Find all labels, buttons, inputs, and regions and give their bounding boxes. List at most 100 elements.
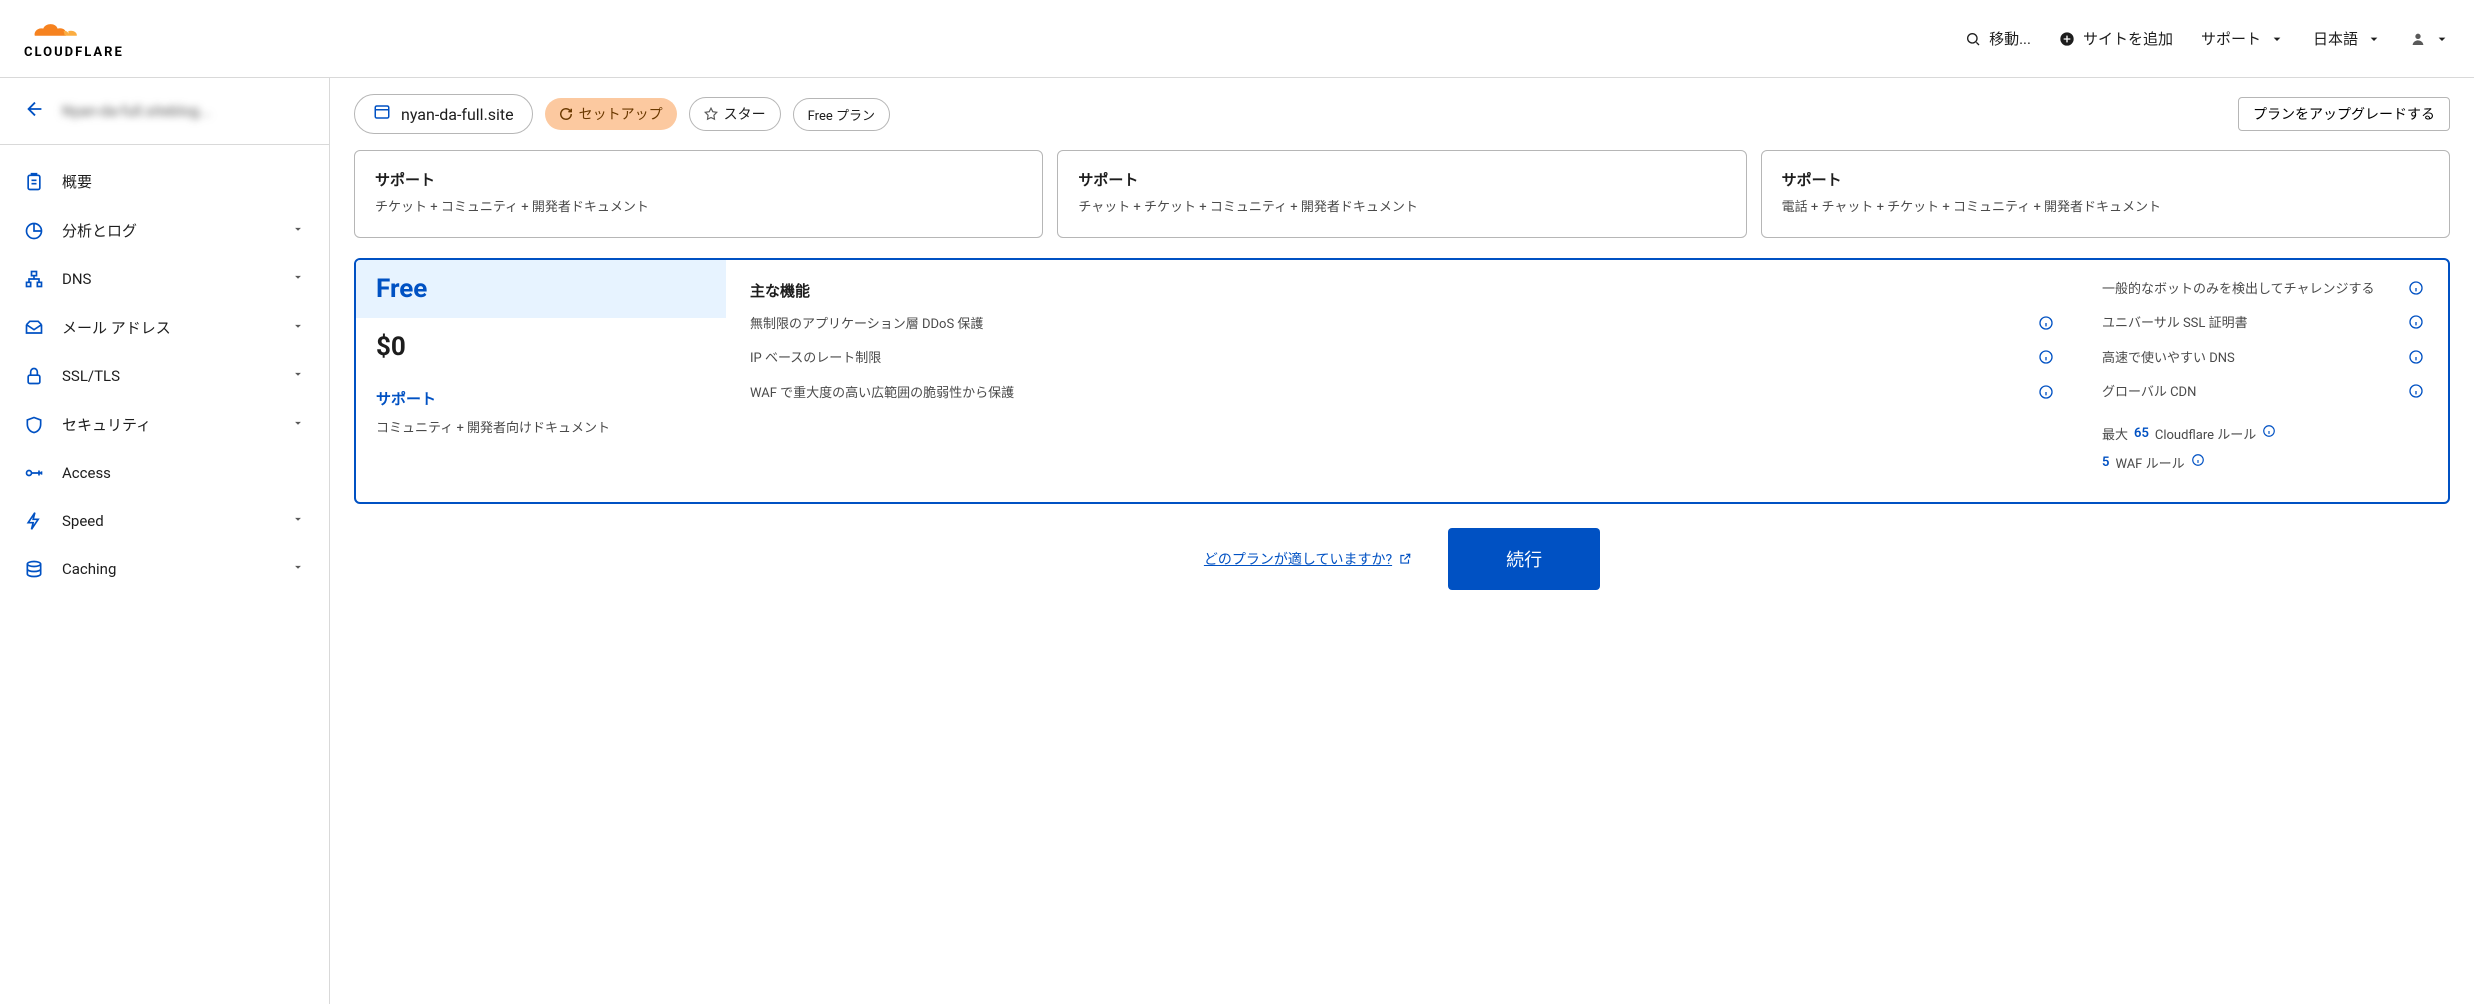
logo[interactable]: CLOUDFLARE [24, 17, 124, 60]
plan-card[interactable]: サポート チャット + チケット + コミュニティ + 開発者ドキュメント [1057, 150, 1746, 238]
free-plan-features-mid: 主な機能 無制限のアプリケーション層 DDoS 保護 IP ベースのレート制限 … [726, 260, 2078, 502]
support-text: 電話 + チャット + チケット + コミュニティ + 開発者ドキュメント [1782, 198, 2429, 219]
sidebar-item-email[interactable]: メール アドレス [0, 303, 329, 352]
page-header: nyan-da-full.site セットアップ スター Free プラン プラ… [330, 78, 2474, 150]
feature-row: 高速で使いやすい DNS [2102, 349, 2424, 372]
info-icon[interactable] [2408, 383, 2424, 406]
content-area: サポート チケット + コミュニティ + 開発者ドキュメント サポート チャット… [330, 150, 2474, 614]
sidebar-item-speed[interactable]: Speed [0, 497, 329, 545]
top-header: CLOUDFLARE 移動... サイトを追加 サポート 日本語 [0, 0, 2474, 78]
feature-row: ユニバーサル SSL 証明書 [2102, 314, 2424, 337]
chevron-down-icon [2434, 31, 2450, 47]
continue-button[interactable]: 続行 [1448, 528, 1600, 590]
plan-card[interactable]: サポート 電話 + チャット + チケット + コミュニティ + 開発者ドキュメ… [1761, 150, 2450, 238]
sidebar-item-label: Access [62, 464, 111, 482]
chevron-down-icon [291, 560, 305, 578]
sidebar-item-dns[interactable]: DNS [0, 255, 329, 303]
sidebar-item-access[interactable]: Access [0, 449, 329, 497]
free-title: Free [376, 274, 706, 304]
feature-row: IP ベースのレート制限 [750, 349, 2054, 372]
free-plan-pill[interactable]: Free プラン [793, 98, 890, 131]
sidebar-item-label: Speed [62, 512, 104, 530]
search-icon [1965, 31, 1981, 47]
chevron-down-icon [291, 319, 305, 337]
site-name: nyan-da-full.site [401, 105, 514, 124]
rules-text: 最大 65 Cloudflare ルール [2102, 424, 2424, 443]
info-icon[interactable] [2038, 315, 2054, 338]
info-icon[interactable] [2038, 384, 2054, 407]
header-right: 移動... サイトを追加 サポート 日本語 [1965, 28, 2450, 49]
sidebar-account-row: Nyan-da-full.siteblog... [0, 78, 329, 145]
features-heading: 主な機能 [750, 280, 2054, 301]
feature-row: WAF で重大度の高い広範囲の脆弱性から保護 [750, 384, 2054, 407]
top-plan-row: サポート チケット + コミュニティ + 開発者ドキュメント サポート チャット… [354, 150, 2450, 238]
rules-text: 5 WAF ルール [2102, 453, 2424, 472]
sidebar-item-label: セキュリティ [62, 414, 151, 435]
support-label: サポート [376, 388, 706, 409]
support-text: コミュニティ + 開発者向けドキュメント [376, 417, 706, 436]
info-icon[interactable] [2038, 349, 2054, 372]
which-plan-link[interactable]: どのプランが適していますか? [1204, 549, 1412, 569]
page-header-left: nyan-da-full.site セットアップ スター Free プラン [354, 94, 890, 134]
setup-pill[interactable]: セットアップ [545, 98, 677, 130]
sidebar-item-overview[interactable]: 概要 [0, 157, 329, 206]
sidebar-item-security[interactable]: セキュリティ [0, 400, 329, 449]
chevron-down-icon [291, 367, 305, 385]
sidebar-item-label: 概要 [62, 171, 92, 192]
feature-row: 無制限のアプリケーション層 DDoS 保護 [750, 315, 2054, 338]
back-arrow-icon[interactable] [24, 98, 46, 124]
add-site-button[interactable]: サイトを追加 [2059, 28, 2173, 49]
database-icon [24, 559, 44, 579]
language-dropdown[interactable]: 日本語 [2313, 28, 2382, 49]
account-dropdown[interactable] [2410, 31, 2450, 47]
free-plan-card[interactable]: Free $0 サポート コミュニティ + 開発者向けドキュメント 主な機能 無… [354, 258, 2450, 504]
go-to-button[interactable]: 移動... [1965, 28, 2031, 49]
plan-card[interactable]: サポート チケット + コミュニティ + 開発者ドキュメント [354, 150, 1043, 238]
chevron-down-icon [2366, 31, 2382, 47]
free-plan-left: Free $0 サポート コミュニティ + 開発者向けドキュメント [356, 260, 726, 502]
info-icon[interactable] [2262, 424, 2276, 442]
star-pill[interactable]: スター [689, 97, 781, 131]
footer-row: どのプランが適していますか? 続行 [354, 528, 2450, 590]
free-price: $0 [356, 318, 726, 370]
account-name-blurred: Nyan-da-full.siteblog... [62, 102, 211, 120]
logo-text: CLOUDFLARE [24, 45, 124, 60]
sidebar-item-label: 分析とログ [62, 220, 137, 241]
sidebar-item-label: SSL/TLS [62, 367, 120, 385]
lock-icon [24, 366, 44, 386]
main-content: nyan-da-full.site セットアップ スター Free プラン プラ… [330, 78, 2474, 1004]
support-label: サポート [1078, 169, 1725, 190]
support-text: チャット + チケット + コミュニティ + 開発者ドキュメント [1078, 198, 1725, 219]
info-icon[interactable] [2408, 314, 2424, 337]
network-icon [24, 269, 44, 289]
info-icon[interactable] [2408, 349, 2424, 372]
email-icon [24, 318, 44, 338]
shield-icon [24, 415, 44, 435]
chevron-down-icon [291, 416, 305, 434]
sidebar-item-label: DNS [62, 270, 91, 288]
chevron-down-icon [291, 512, 305, 530]
access-icon [24, 463, 44, 483]
sidebar-menu: 概要 分析とログ DNS メール アドレス SSL/TLS [0, 145, 329, 605]
cloudflare-logo-icon [24, 17, 84, 45]
free-title-bar: Free [356, 260, 726, 318]
upgrade-plan-button[interactable]: プランをアップグレードする [2238, 97, 2450, 131]
external-link-icon [1398, 552, 1412, 566]
sidebar-item-caching[interactable]: Caching [0, 545, 329, 593]
user-icon [2410, 31, 2426, 47]
pie-chart-icon [24, 221, 44, 241]
support-text: チケット + コミュニティ + 開発者ドキュメント [375, 198, 1022, 219]
support-dropdown[interactable]: サポート [2201, 28, 2285, 49]
chevron-down-icon [2269, 31, 2285, 47]
site-indicator[interactable]: nyan-da-full.site [354, 94, 533, 134]
sidebar-item-label: Caching [62, 560, 116, 578]
chevron-down-icon [291, 222, 305, 240]
sidebar-item-analytics[interactable]: 分析とログ [0, 206, 329, 255]
chevron-down-icon [291, 270, 305, 288]
sidebar-item-label: メール アドレス [62, 317, 171, 338]
sidebar-item-ssl[interactable]: SSL/TLS [0, 352, 329, 400]
info-icon[interactable] [2408, 280, 2424, 303]
clipboard-icon [24, 172, 44, 192]
info-icon[interactable] [2191, 453, 2205, 471]
feature-row: グローバル CDN [2102, 383, 2424, 406]
